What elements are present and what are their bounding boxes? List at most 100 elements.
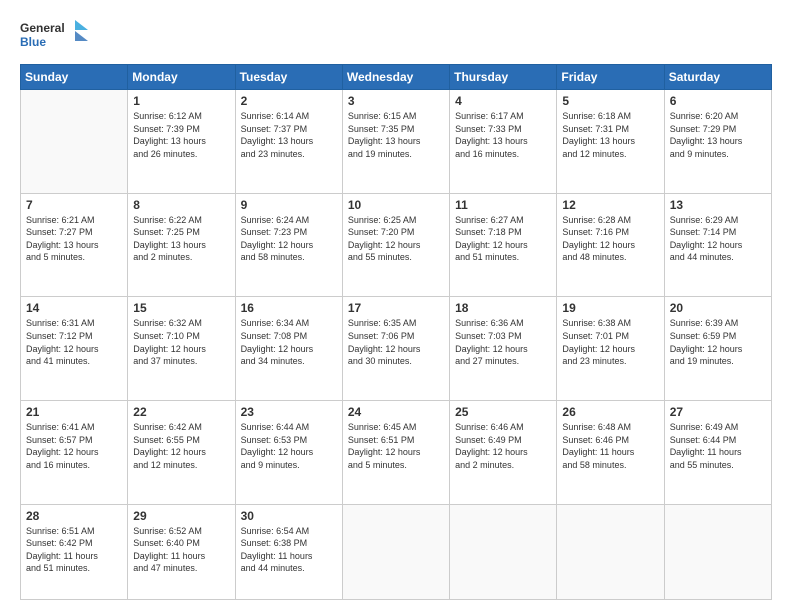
weekday-header-sunday: Sunday (21, 65, 128, 90)
weekday-header-row: SundayMondayTuesdayWednesdayThursdayFrid… (21, 65, 772, 90)
day-number: 11 (455, 198, 551, 212)
cell-text: Sunrise: 6:12 AM Sunset: 7:39 PM Dayligh… (133, 110, 229, 160)
day-number: 26 (562, 405, 658, 419)
cell-text: Sunrise: 6:27 AM Sunset: 7:18 PM Dayligh… (455, 214, 551, 264)
day-number: 30 (241, 509, 337, 523)
day-number: 1 (133, 94, 229, 108)
day-number: 29 (133, 509, 229, 523)
calendar-cell: 9Sunrise: 6:24 AM Sunset: 7:23 PM Daylig… (235, 193, 342, 297)
day-number: 4 (455, 94, 551, 108)
calendar-cell: 5 Sunrise: 6:18 AM Sunset: 7:31 PM Daylig… (557, 90, 664, 194)
calendar-cell: 8 Sunrise: 6:22 AM Sunset: 7:25 PM Daylig… (128, 193, 235, 297)
calendar-cell (450, 504, 557, 599)
calendar-cell: 29 Sunrise: 6:52 AM Sunset: 6:40 PM Dayli… (128, 504, 235, 599)
cell-text: Sunrise: 6:42 AM Sunset: 6:55 PM Dayligh… (133, 421, 229, 471)
page: General Blue SundayMondayTuesdayWednesda… (0, 0, 792, 612)
svg-text:Blue: Blue (20, 35, 46, 49)
week-row-3: 14 Sunrise: 6:31 AM Sunset: 7:12 PM Dayli… (21, 297, 772, 401)
cell-text: Sunrise: 6:17 AM Sunset: 7:33 PM Dayligh… (455, 110, 551, 160)
day-number: 16 (241, 301, 337, 315)
cell-text: Sunrise: 6:38 AM Sunset: 7:01 PM Dayligh… (562, 317, 658, 367)
day-number: 22 (133, 405, 229, 419)
svg-text:General: General (20, 21, 65, 35)
cell-text: Sunrise: 6:48 AM Sunset: 6:46 PM Dayligh… (562, 421, 658, 471)
day-number: 21 (26, 405, 122, 419)
calendar-cell: 10Sunrise: 6:25 AM Sunset: 7:20 PM Dayli… (342, 193, 449, 297)
cell-text: Sunrise: 6:18 AM Sunset: 7:31 PM Dayligh… (562, 110, 658, 160)
day-number: 24 (348, 405, 444, 419)
calendar-cell: 19 Sunrise: 6:38 AM Sunset: 7:01 PM Dayli… (557, 297, 664, 401)
week-row-4: 21 Sunrise: 6:41 AM Sunset: 6:57 PM Dayli… (21, 401, 772, 505)
calendar-cell: 4 Sunrise: 6:17 AM Sunset: 7:33 PM Daylig… (450, 90, 557, 194)
cell-text: Sunrise: 6:22 AM Sunset: 7:25 PM Dayligh… (133, 214, 229, 264)
day-number: 23 (241, 405, 337, 419)
cell-text: Sunrise: 6:28 AM Sunset: 7:16 PM Dayligh… (562, 214, 658, 264)
day-number: 5 (562, 94, 658, 108)
day-number: 12 (562, 198, 658, 212)
weekday-header-friday: Friday (557, 65, 664, 90)
weekday-header-monday: Monday (128, 65, 235, 90)
day-number: 2 (241, 94, 337, 108)
calendar-cell: 14 Sunrise: 6:31 AM Sunset: 7:12 PM Dayli… (21, 297, 128, 401)
cell-text: Sunrise: 6:15 AM Sunset: 7:35 PM Dayligh… (348, 110, 444, 160)
day-number: 8 (133, 198, 229, 212)
calendar-cell: 2Sunrise: 6:14 AM Sunset: 7:37 PM Daylig… (235, 90, 342, 194)
day-number: 20 (670, 301, 766, 315)
calendar-cell: 7 Sunrise: 6:21 AM Sunset: 7:27 PM Daylig… (21, 193, 128, 297)
cell-text: Sunrise: 6:39 AM Sunset: 6:59 PM Dayligh… (670, 317, 766, 367)
cell-text: Sunrise: 6:45 AM Sunset: 6:51 PM Dayligh… (348, 421, 444, 471)
cell-text: Sunrise: 6:34 AM Sunset: 7:08 PM Dayligh… (241, 317, 337, 367)
logo: General Blue (20, 18, 90, 54)
calendar-cell: 13 Sunrise: 6:29 AM Sunset: 7:14 PM Dayli… (664, 193, 771, 297)
calendar-cell: 28Sunrise: 6:51 AM Sunset: 6:42 PM Dayli… (21, 504, 128, 599)
cell-text: Sunrise: 6:31 AM Sunset: 7:12 PM Dayligh… (26, 317, 122, 367)
calendar-cell: 24 Sunrise: 6:45 AM Sunset: 6:51 PM Dayli… (342, 401, 449, 505)
week-row-1: 1 Sunrise: 6:12 AM Sunset: 7:39 PM Daylig… (21, 90, 772, 194)
calendar-cell: 26 Sunrise: 6:48 AM Sunset: 6:46 PM Dayli… (557, 401, 664, 505)
cell-text: Sunrise: 6:25 AM Sunset: 7:20 PM Dayligh… (348, 214, 444, 264)
day-number: 3 (348, 94, 444, 108)
header: General Blue (20, 18, 772, 54)
weekday-header-wednesday: Wednesday (342, 65, 449, 90)
calendar-cell: 30 Sunrise: 6:54 AM Sunset: 6:38 PM Dayli… (235, 504, 342, 599)
calendar-cell: 11 Sunrise: 6:27 AM Sunset: 7:18 PM Dayli… (450, 193, 557, 297)
day-number: 7 (26, 198, 122, 212)
calendar-cell: 27Sunrise: 6:49 AM Sunset: 6:44 PM Dayli… (664, 401, 771, 505)
cell-text: Sunrise: 6:20 AM Sunset: 7:29 PM Dayligh… (670, 110, 766, 160)
cell-text: Sunrise: 6:32 AM Sunset: 7:10 PM Dayligh… (133, 317, 229, 367)
calendar-cell: 12 Sunrise: 6:28 AM Sunset: 7:16 PM Dayli… (557, 193, 664, 297)
cell-text: Sunrise: 6:52 AM Sunset: 6:40 PM Dayligh… (133, 525, 229, 575)
cell-text: Sunrise: 6:21 AM Sunset: 7:27 PM Dayligh… (26, 214, 122, 264)
day-number: 19 (562, 301, 658, 315)
cell-text: Sunrise: 6:35 AM Sunset: 7:06 PM Dayligh… (348, 317, 444, 367)
day-number: 18 (455, 301, 551, 315)
week-row-5: 28Sunrise: 6:51 AM Sunset: 6:42 PM Dayli… (21, 504, 772, 599)
calendar-cell (21, 90, 128, 194)
day-number: 13 (670, 198, 766, 212)
calendar-cell: 15 Sunrise: 6:32 AM Sunset: 7:10 PM Dayli… (128, 297, 235, 401)
calendar-cell: 18Sunrise: 6:36 AM Sunset: 7:03 PM Dayli… (450, 297, 557, 401)
calendar-cell: 21 Sunrise: 6:41 AM Sunset: 6:57 PM Dayli… (21, 401, 128, 505)
week-row-2: 7 Sunrise: 6:21 AM Sunset: 7:27 PM Daylig… (21, 193, 772, 297)
cell-text: Sunrise: 6:49 AM Sunset: 6:44 PM Dayligh… (670, 421, 766, 471)
day-number: 28 (26, 509, 122, 523)
calendar-table: SundayMondayTuesdayWednesdayThursdayFrid… (20, 64, 772, 600)
calendar-cell: 25 Sunrise: 6:46 AM Sunset: 6:49 PM Dayli… (450, 401, 557, 505)
calendar-cell: 1 Sunrise: 6:12 AM Sunset: 7:39 PM Daylig… (128, 90, 235, 194)
cell-text: Sunrise: 6:54 AM Sunset: 6:38 PM Dayligh… (241, 525, 337, 575)
day-number: 14 (26, 301, 122, 315)
cell-text: Sunrise: 6:44 AM Sunset: 6:53 PM Dayligh… (241, 421, 337, 471)
cell-text: Sunrise: 6:24 AM Sunset: 7:23 PM Dayligh… (241, 214, 337, 264)
calendar-cell (342, 504, 449, 599)
calendar-cell: 22 Sunrise: 6:42 AM Sunset: 6:55 PM Dayli… (128, 401, 235, 505)
cell-text: Sunrise: 6:41 AM Sunset: 6:57 PM Dayligh… (26, 421, 122, 471)
weekday-header-tuesday: Tuesday (235, 65, 342, 90)
generalblue-logo: General Blue (20, 18, 90, 54)
cell-text: Sunrise: 6:29 AM Sunset: 7:14 PM Dayligh… (670, 214, 766, 264)
calendar-cell (557, 504, 664, 599)
day-number: 25 (455, 405, 551, 419)
cell-text: Sunrise: 6:46 AM Sunset: 6:49 PM Dayligh… (455, 421, 551, 471)
day-number: 15 (133, 301, 229, 315)
calendar-cell: 6Sunrise: 6:20 AM Sunset: 7:29 PM Daylig… (664, 90, 771, 194)
day-number: 17 (348, 301, 444, 315)
